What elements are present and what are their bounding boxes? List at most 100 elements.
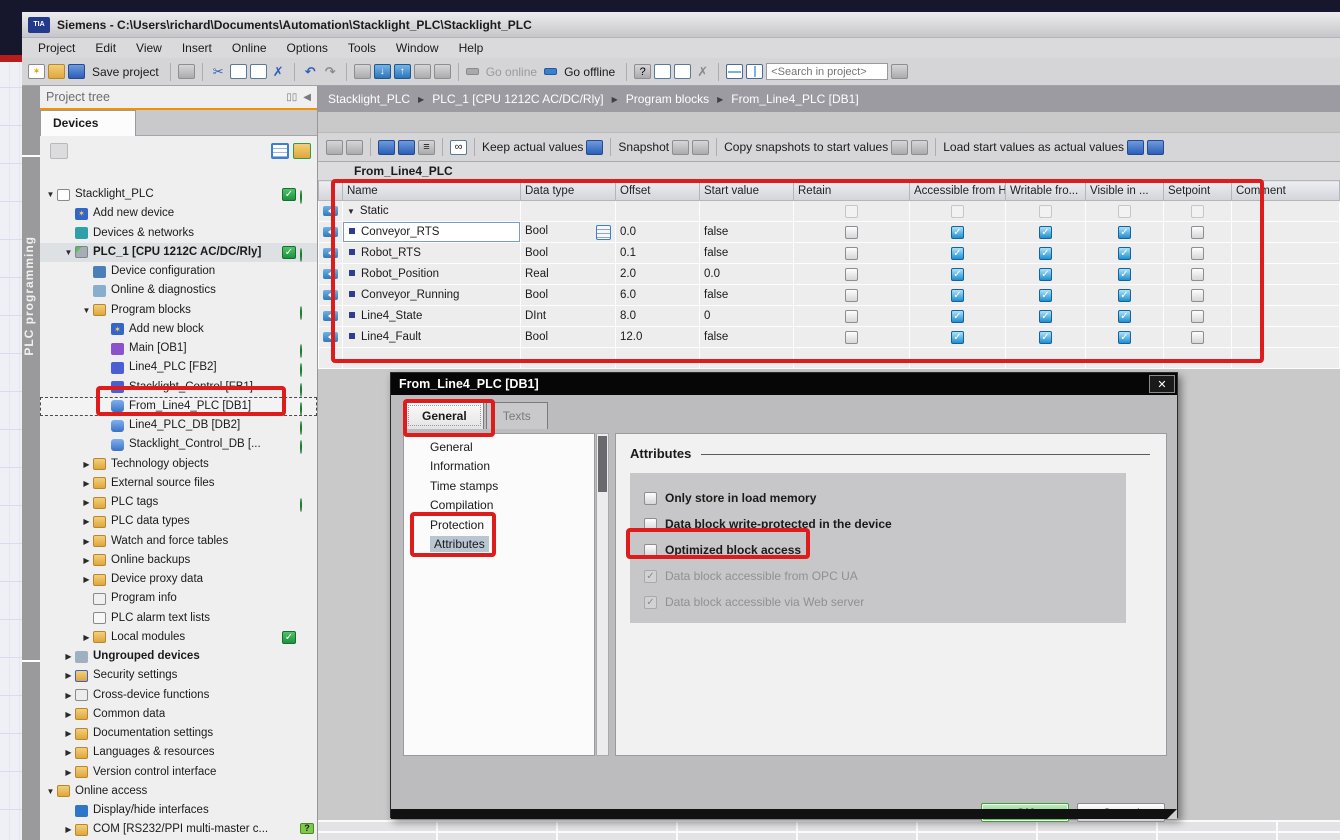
name-cell[interactable]: Line4_Fault (343, 327, 521, 348)
start-cpu-icon[interactable] (414, 64, 431, 79)
expander-closed-icon[interactable]: ▶ (62, 705, 75, 724)
visible-cell[interactable]: ✓ (1086, 264, 1164, 285)
column-header-setpoint[interactable]: Setpoint (1164, 181, 1232, 201)
scrollbar-thumb[interactable] (598, 436, 607, 492)
add-table-icon[interactable] (50, 143, 68, 159)
checkbox-off[interactable] (644, 492, 657, 505)
attribute-row-data-block-accessible-via-web-server[interactable]: ✓Data block accessible via Web server (644, 589, 1126, 615)
setpoint-cell[interactable] (1164, 327, 1232, 348)
load-all-values-icon[interactable] (1147, 140, 1164, 155)
comment-cell[interactable] (1232, 264, 1340, 285)
checkbox-pale[interactable] (951, 205, 964, 218)
tree-item-online-backups[interactable]: ▶Online backups (40, 551, 317, 570)
column-header-retain[interactable]: Retain (794, 181, 910, 201)
tree-item-plc-alarm-text-lists[interactable]: PLC alarm text lists (40, 609, 317, 628)
compile-icon[interactable] (354, 64, 371, 79)
table-row-line4-fault[interactable]: Line4_FaultBool12.0false✓✓✓ (319, 327, 1340, 348)
checkbox-on[interactable]: ✓ (1118, 247, 1131, 260)
attribute-row-only-store-in-load-memory[interactable]: Only store in load memory (644, 485, 1126, 511)
writable-cell[interactable]: ✓ (1006, 306, 1086, 327)
data-type-cell[interactable]: Bool (521, 285, 616, 306)
go-online-icon[interactable] (466, 68, 479, 75)
checkbox-on[interactable]: ✓ (1118, 268, 1131, 281)
menu-insert[interactable]: Insert (172, 41, 222, 55)
setpoint-cell[interactable] (1164, 306, 1232, 327)
accessible-cell[interactable]: ✓ (910, 243, 1006, 264)
setpoint-cell[interactable] (1164, 264, 1232, 285)
tree-item-com-rs232-ppi-multi-master-c[interactable]: ▶COM [RS232/PPI multi-master c...? (40, 820, 317, 839)
dialog-close-icon[interactable]: ✕ (1149, 375, 1175, 393)
breadcrumb-item-stacklight-plc[interactable]: Stacklight_PLC (328, 92, 410, 106)
checkbox-off[interactable] (1191, 331, 1204, 344)
tree-item-program-info[interactable]: Program info (40, 589, 317, 608)
new-project-icon[interactable]: ✶ (28, 64, 45, 79)
dialog-nav-scrollbar[interactable] (596, 433, 609, 756)
table-row-robot-rts[interactable]: Robot_RTSBool0.1false✓✓✓ (319, 243, 1340, 264)
checkbox-pale[interactable] (845, 205, 858, 218)
expander-open-icon[interactable]: ▼ (80, 301, 93, 320)
expand-all-icon[interactable]: ≡ (418, 140, 435, 155)
retain-cell[interactable] (794, 243, 910, 264)
update-interface-icon[interactable] (398, 140, 415, 155)
visible-cell[interactable]: ✓ (1086, 222, 1164, 243)
attribute-row-optimized-block-access[interactable]: Optimized block access (644, 537, 1126, 563)
monitor-all-icon[interactable]: ∞ (450, 140, 467, 155)
tree-item-ungrouped-devices[interactable]: ▶Ungrouped devices (40, 647, 317, 666)
column-header-offset[interactable]: Offset (616, 181, 700, 201)
table-row-robot-position[interactable]: Robot_PositionReal2.00.0✓✓✓ (319, 264, 1340, 285)
tree-item-technology-objects[interactable]: ▶Technology objects (40, 455, 317, 474)
details-view-icon[interactable] (271, 143, 289, 159)
panel-layout-icon[interactable]: ▯▯ (286, 92, 297, 103)
start-value-cell[interactable]: 0 (700, 306, 794, 327)
column-header-visible-in[interactable]: Visible in ... (1086, 181, 1164, 201)
tree-item-device-proxy-data[interactable]: ▶Device proxy data (40, 570, 317, 589)
name-cell[interactable]: Line4_State (343, 306, 521, 327)
load-start-values-button[interactable]: Load start values as actual values (943, 140, 1124, 154)
checkbox-off[interactable] (845, 310, 858, 323)
collapse-panel-icon[interactable]: ◀ (303, 92, 311, 103)
checkbox-off[interactable] (1191, 268, 1204, 281)
checkbox-on[interactable]: ✓ (1118, 289, 1131, 302)
checkbox-off[interactable] (845, 268, 858, 281)
breadcrumb-item-plc-1-cpu-1212c-ac-dc-rly[interactable]: PLC_1 [CPU 1212C AC/DC/Rly] (432, 92, 603, 106)
accessible-cell[interactable]: ✓ (910, 264, 1006, 285)
tree-item-main-ob1[interactable]: Main [OB1] (40, 339, 317, 358)
menu-options[interactable]: Options (277, 41, 338, 55)
resize-grip[interactable] (1167, 809, 1177, 819)
menu-online[interactable]: Online (222, 41, 277, 55)
dialog-nav-time-stamps[interactable]: Time stamps (404, 477, 594, 496)
expander-closed-icon[interactable]: ▶ (80, 570, 93, 589)
tree-item-stacklight-control-db[interactable]: Stacklight_Control_DB [... (40, 435, 317, 454)
menu-help[interactable]: Help (449, 41, 494, 55)
retain-cell[interactable] (794, 327, 910, 348)
breadcrumb-item-program-blocks[interactable]: Program blocks (626, 92, 709, 106)
go-online-button[interactable]: Go online (486, 65, 537, 79)
go-offline-icon[interactable] (544, 68, 557, 75)
print-icon[interactable] (178, 64, 195, 79)
checkbox-on[interactable]: ✓ (1039, 268, 1052, 281)
writable-cell[interactable]: ✓ (1006, 285, 1086, 306)
menu-edit[interactable]: Edit (85, 41, 126, 55)
undo-icon[interactable]: ↶ (302, 64, 319, 79)
checkbox-on[interactable]: ✓ (951, 289, 964, 302)
expander-closed-icon[interactable]: ▶ (80, 551, 93, 570)
checkbox-off[interactable] (845, 331, 858, 344)
tree-item-plc-tags[interactable]: ▶PLC tags (40, 493, 317, 512)
comment-cell[interactable] (1232, 201, 1340, 222)
tree-item-add-new-block[interactable]: ✶Add new block (40, 320, 317, 339)
column-header-accessible-from-hmi[interactable]: Accessible from HMI/... (910, 181, 1006, 201)
snapshot-load-icon[interactable] (692, 140, 709, 155)
cut-icon[interactable]: ✂ (210, 64, 227, 79)
tree-item-common-data[interactable]: ▶Common data (40, 705, 317, 724)
accessible-cell[interactable] (910, 201, 1006, 222)
load-start-values-icon[interactable] (1127, 140, 1144, 155)
keep-actual-values-button[interactable]: Keep actual values (482, 140, 583, 154)
start-runtime-icon[interactable] (654, 64, 671, 79)
tree-item-languages-resources[interactable]: ▶Languages & resources (40, 743, 317, 762)
expander-open-icon[interactable]: ▼ (62, 243, 75, 262)
stop-cpu-icon[interactable] (434, 64, 451, 79)
start-value-cell[interactable]: false (700, 327, 794, 348)
visible-cell[interactable]: ✓ (1086, 327, 1164, 348)
checkbox-dis-on[interactable]: ✓ (644, 596, 657, 609)
checkbox-pale[interactable] (1191, 205, 1204, 218)
